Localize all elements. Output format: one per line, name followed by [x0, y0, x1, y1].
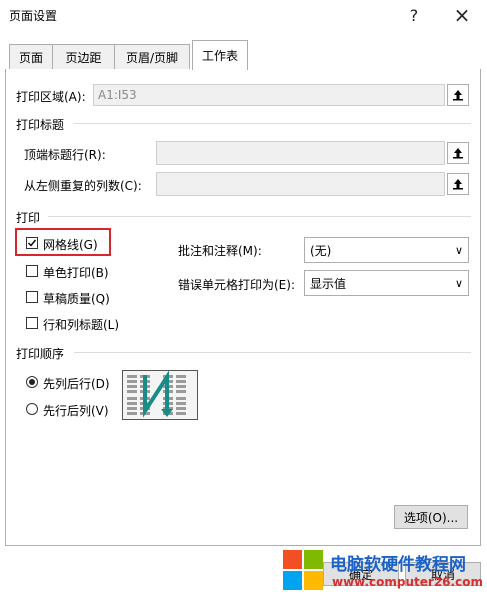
help-button[interactable]: ?: [396, 0, 432, 30]
collapse-arrow-icon: [453, 179, 463, 190]
title-rows-collapse-button[interactable]: [447, 142, 469, 164]
print-titles-section: 打印标题: [16, 118, 65, 132]
print-area-collapse-button[interactable]: [447, 84, 469, 106]
down-then-over-radio[interactable]: [26, 376, 38, 388]
title-cols-input[interactable]: [156, 172, 445, 196]
down-then-over-label: 先列后行(D): [43, 377, 110, 391]
title-cols-label: 从左侧重复的列数(C):: [24, 179, 142, 193]
divider: [48, 216, 471, 217]
tab-page[interactable]: 页面: [9, 44, 53, 69]
title-rows-label: 顶端标题行(R):: [24, 148, 106, 162]
chevron-down-icon: ∨: [454, 243, 464, 257]
print-area-label: 打印区域(A):: [16, 90, 86, 104]
close-button[interactable]: ×: [444, 0, 480, 30]
print-section: 打印: [16, 211, 41, 225]
headings-checkbox[interactable]: [26, 317, 38, 329]
chevron-down-icon: ∨: [454, 276, 464, 290]
divider: [74, 352, 471, 353]
print-area-input[interactable]: A1:I53: [93, 84, 445, 106]
gridlines-checkbox[interactable]: [26, 237, 38, 249]
over-then-down-radio[interactable]: [26, 403, 38, 415]
comments-label: 批注和注释(M):: [178, 244, 262, 258]
collapse-arrow-icon: [453, 148, 463, 159]
errors-select[interactable]: 显示值 ∨: [304, 270, 469, 296]
watermark-title: 电脑软硬件教程网: [330, 555, 466, 575]
gridlines-label: 网格线(G): [43, 238, 98, 252]
tab-header-footer[interactable]: 页眉/页脚: [114, 44, 190, 69]
comments-value: (无): [310, 243, 332, 258]
title-rows-input[interactable]: [156, 141, 445, 165]
draft-label: 草稿质量(Q): [43, 292, 110, 306]
order-section: 打印顺序: [16, 347, 65, 361]
over-then-down-label: 先行后列(V): [43, 404, 109, 418]
print-order-diagram-icon: [127, 370, 186, 418]
watermark-url: www.computer26.com: [332, 575, 483, 589]
draft-checkbox[interactable]: [26, 291, 38, 303]
tab-margins[interactable]: 页边距: [52, 44, 115, 69]
title-cols-collapse-button[interactable]: [447, 173, 469, 195]
windows-logo: [283, 550, 323, 590]
dialog-title: 页面设置: [9, 9, 58, 23]
errors-label: 错误单元格打印为(E):: [178, 278, 295, 292]
mono-checkbox[interactable]: [26, 265, 38, 277]
print-order-preview: [122, 370, 198, 420]
checkmark-icon: [28, 239, 37, 247]
mono-label: 单色打印(B): [43, 266, 109, 280]
tab-sheet[interactable]: 工作表: [192, 40, 248, 70]
comments-select[interactable]: (无) ∨: [304, 237, 469, 263]
headings-label: 行和列标题(L): [43, 318, 120, 332]
divider: [74, 123, 471, 124]
collapse-arrow-icon: [453, 90, 463, 101]
options-button[interactable]: 选项(O)...: [394, 505, 468, 529]
errors-value: 显示值: [310, 276, 347, 291]
